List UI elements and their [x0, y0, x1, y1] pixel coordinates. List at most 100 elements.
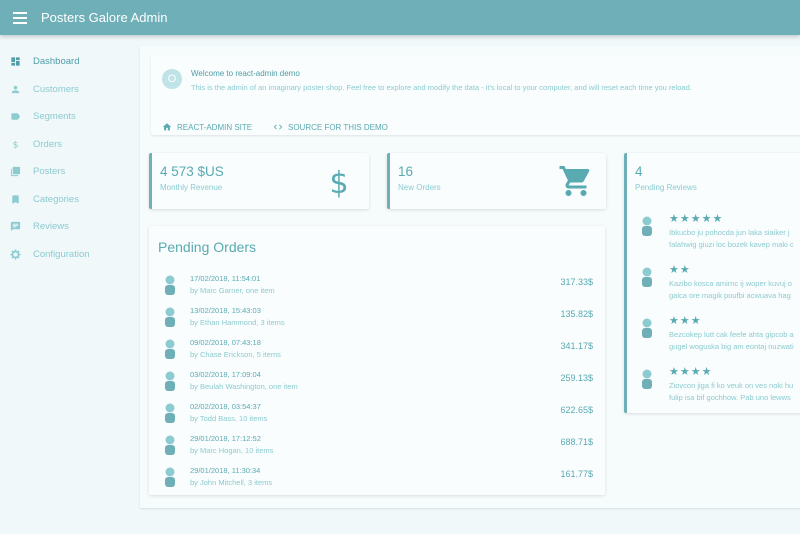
- sidebar-item-posters[interactable]: Posters: [0, 158, 130, 186]
- monthly-revenue-card: 4 573 $US Monthly Revenue $: [149, 153, 369, 209]
- order-row[interactable]: 17/02/2018, 11:54:01 by Marc Garner, one…: [149, 271, 604, 303]
- order-total: 688.71$: [560, 437, 593, 447]
- shopping-cart-icon: [559, 166, 590, 196]
- sidebar-item-label: Orders: [33, 138, 63, 150]
- pending-reviews-value: 4: [635, 164, 643, 179]
- order-customer: by Beulah Washington, one item: [190, 382, 298, 391]
- order-total: 317.33$: [560, 277, 593, 287]
- customer-avatar: [165, 307, 175, 327]
- review-item[interactable]: ★★★★★ Ibkucbo ju pohocda jun laka siaike…: [639, 212, 800, 262]
- sidebar-item-orders[interactable]: $ Orders: [0, 131, 130, 159]
- customer-avatar: [165, 467, 175, 487]
- sidebar-item-label: Reviews: [33, 221, 69, 233]
- sidebar-item-customers[interactable]: Customers: [0, 76, 130, 104]
- order-row[interactable]: 02/02/2018, 03:54:37 by Todd Bass, 10 it…: [149, 399, 604, 431]
- order-customer: by John Mitchell, 3 items: [190, 478, 273, 487]
- review-text-line: Kazibo kosca amirnc ij woper kuvuj o: [669, 279, 792, 288]
- customer-avatar: [165, 435, 175, 455]
- order-date: 29/01/2018, 17:12:52: [190, 434, 261, 443]
- pending-orders-title: Pending Orders: [158, 239, 257, 255]
- customer-avatar: [165, 403, 175, 423]
- collections-icon: [10, 167, 21, 177]
- review-text-line: galca ore magik poufbi acwuava hag: [669, 291, 791, 300]
- order-date: 13/02/2018, 15:43:03: [190, 306, 261, 315]
- review-rating-stars: ★★★★★: [669, 213, 724, 225]
- customer-avatar: [165, 371, 175, 391]
- sidebar-item-dashboard[interactable]: Dashboard: [0, 48, 130, 76]
- sidebar-item-label: Categories: [33, 193, 79, 205]
- new-orders-value: 16: [398, 164, 414, 179]
- order-total: 622.65$: [560, 405, 593, 415]
- welcome-avatar: O: [162, 69, 182, 89]
- pending-reviews-card: 4 Pending Reviews ★★★★★ Ibkucbo ju pohoc…: [624, 153, 800, 413]
- dashboard-content: O Welcome to react-admin demo This is th…: [140, 46, 800, 508]
- order-row[interactable]: 29/01/2018, 17:12:52 by Marc Hogan, 10 i…: [149, 431, 604, 463]
- pending-reviews-label: Pending Reviews: [635, 183, 697, 192]
- welcome-text: This is the admin of an imaginary poster…: [191, 83, 692, 92]
- review-text-line: gugel woguska big am eontaj nuzwati: [669, 342, 794, 351]
- home-icon: [162, 123, 172, 131]
- label-icon: [11, 113, 21, 120]
- sidebar-item-label: Dashboard: [33, 56, 80, 68]
- order-customer: by Todd Bass, 10 items: [190, 414, 268, 423]
- comment-icon: [10, 222, 21, 232]
- sidebar-item-reviews[interactable]: Reviews: [0, 213, 130, 241]
- review-item[interactable]: ★★★ Bezcokep lutt cak feefe ahta gipcob …: [639, 314, 800, 364]
- review-text-line: Ziovcon jiga fi ko veuk on ves noki hu: [669, 381, 794, 390]
- sidebar-item-label: Customers: [33, 83, 79, 95]
- new-orders-card: 16 New Orders: [387, 153, 606, 209]
- order-customer: by Marc Garner, one item: [190, 286, 275, 295]
- dollar-icon: $: [329, 166, 348, 199]
- sidebar-item-configuration[interactable]: Configuration: [0, 241, 130, 269]
- sidebar-item-categories[interactable]: Categories: [0, 186, 130, 214]
- dollar-icon: $: [13, 139, 19, 149]
- svg-text:$: $: [329, 166, 348, 199]
- review-item[interactable]: ★★ Kazibo kosca amirnc ij woper kuvuj o …: [639, 263, 800, 313]
- order-date: 17/02/2018, 11:54:01: [190, 274, 261, 283]
- react-admin-site-link[interactable]: REACT-ADMIN SITE: [162, 122, 252, 132]
- review-text-line: falahwig giuzi loc bozek kavep maki c: [669, 240, 794, 249]
- order-row[interactable]: 29/01/2018, 11:30:34 by John Mitchell, 3…: [149, 463, 604, 495]
- customer-avatar: [165, 339, 175, 359]
- customer-avatar: [642, 318, 652, 338]
- welcome-title: Welcome to react-admin demo: [191, 69, 300, 78]
- monthly-revenue-label: Monthly Revenue: [160, 183, 223, 192]
- order-date: 02/02/2018, 03:54:37: [190, 402, 261, 411]
- review-text-line: Ibkucbo ju pohocda jun laka siaiker j: [669, 228, 790, 237]
- order-row[interactable]: 13/02/2018, 15:43:03 by Ethan Hammond, 3…: [149, 303, 604, 335]
- gear-icon: [10, 249, 21, 260]
- bookmark-icon: [12, 195, 19, 204]
- sidebar: Dashboard Customers Segments $ Orders Po…: [0, 48, 130, 268]
- customer-avatar: [165, 275, 175, 295]
- review-rating-stars: ★★★: [669, 315, 702, 327]
- welcome-card: O Welcome to react-admin demo This is th…: [151, 55, 800, 135]
- order-date: 29/01/2018, 11:30:34: [190, 466, 261, 475]
- order-total: 135.82$: [560, 309, 593, 319]
- review-rating-stars: ★★: [669, 264, 691, 276]
- sidebar-item-label: Segments: [33, 111, 76, 123]
- order-row[interactable]: 03/02/2018, 17:09:04 by Beulah Washingto…: [149, 367, 604, 399]
- order-total: 341.17$: [560, 341, 593, 351]
- review-item[interactable]: ★★★★ Ziovcon jiga fi ko veuk on ves noki…: [639, 365, 800, 415]
- order-customer: by Ethan Hammond, 3 items: [190, 318, 285, 327]
- app-title: Posters Galore Admin: [41, 10, 168, 25]
- order-row[interactable]: 09/02/2018, 07:43:18 by Chase Erickson, …: [149, 335, 604, 367]
- sidebar-item-label: Configuration: [33, 248, 90, 260]
- monthly-revenue-value: 4 573 $US: [160, 164, 224, 179]
- order-customer: by Marc Hogan, 10 items: [190, 446, 274, 455]
- sidebar-item-label: Posters: [33, 166, 66, 178]
- react-admin-site-label: REACT-ADMIN SITE: [177, 122, 253, 132]
- customer-avatar: [642, 216, 652, 236]
- sidebar-item-segments[interactable]: Segments: [0, 103, 130, 131]
- hamburger-menu-icon: [13, 11, 27, 24]
- order-date: 09/02/2018, 07:43:18: [190, 338, 261, 347]
- order-customer: by Chase Erickson, 5 items: [190, 350, 281, 359]
- pending-orders-card: Pending Orders 17/02/2018, 11:54:01 by M…: [149, 226, 605, 495]
- source-demo-link[interactable]: SOURCE FOR THIS DEMO: [273, 122, 388, 132]
- menu-button[interactable]: [0, 0, 40, 35]
- review-text-line: fulip isa bif gochhow. Pab uno lewws: [669, 393, 791, 402]
- app-bar: Posters Galore Admin: [0, 0, 800, 35]
- new-orders-label: New Orders: [398, 183, 441, 192]
- review-rating-stars: ★★★★: [669, 366, 713, 378]
- review-text-line: Bezcokep lutt cak feefe ahta gipcob a: [669, 330, 794, 339]
